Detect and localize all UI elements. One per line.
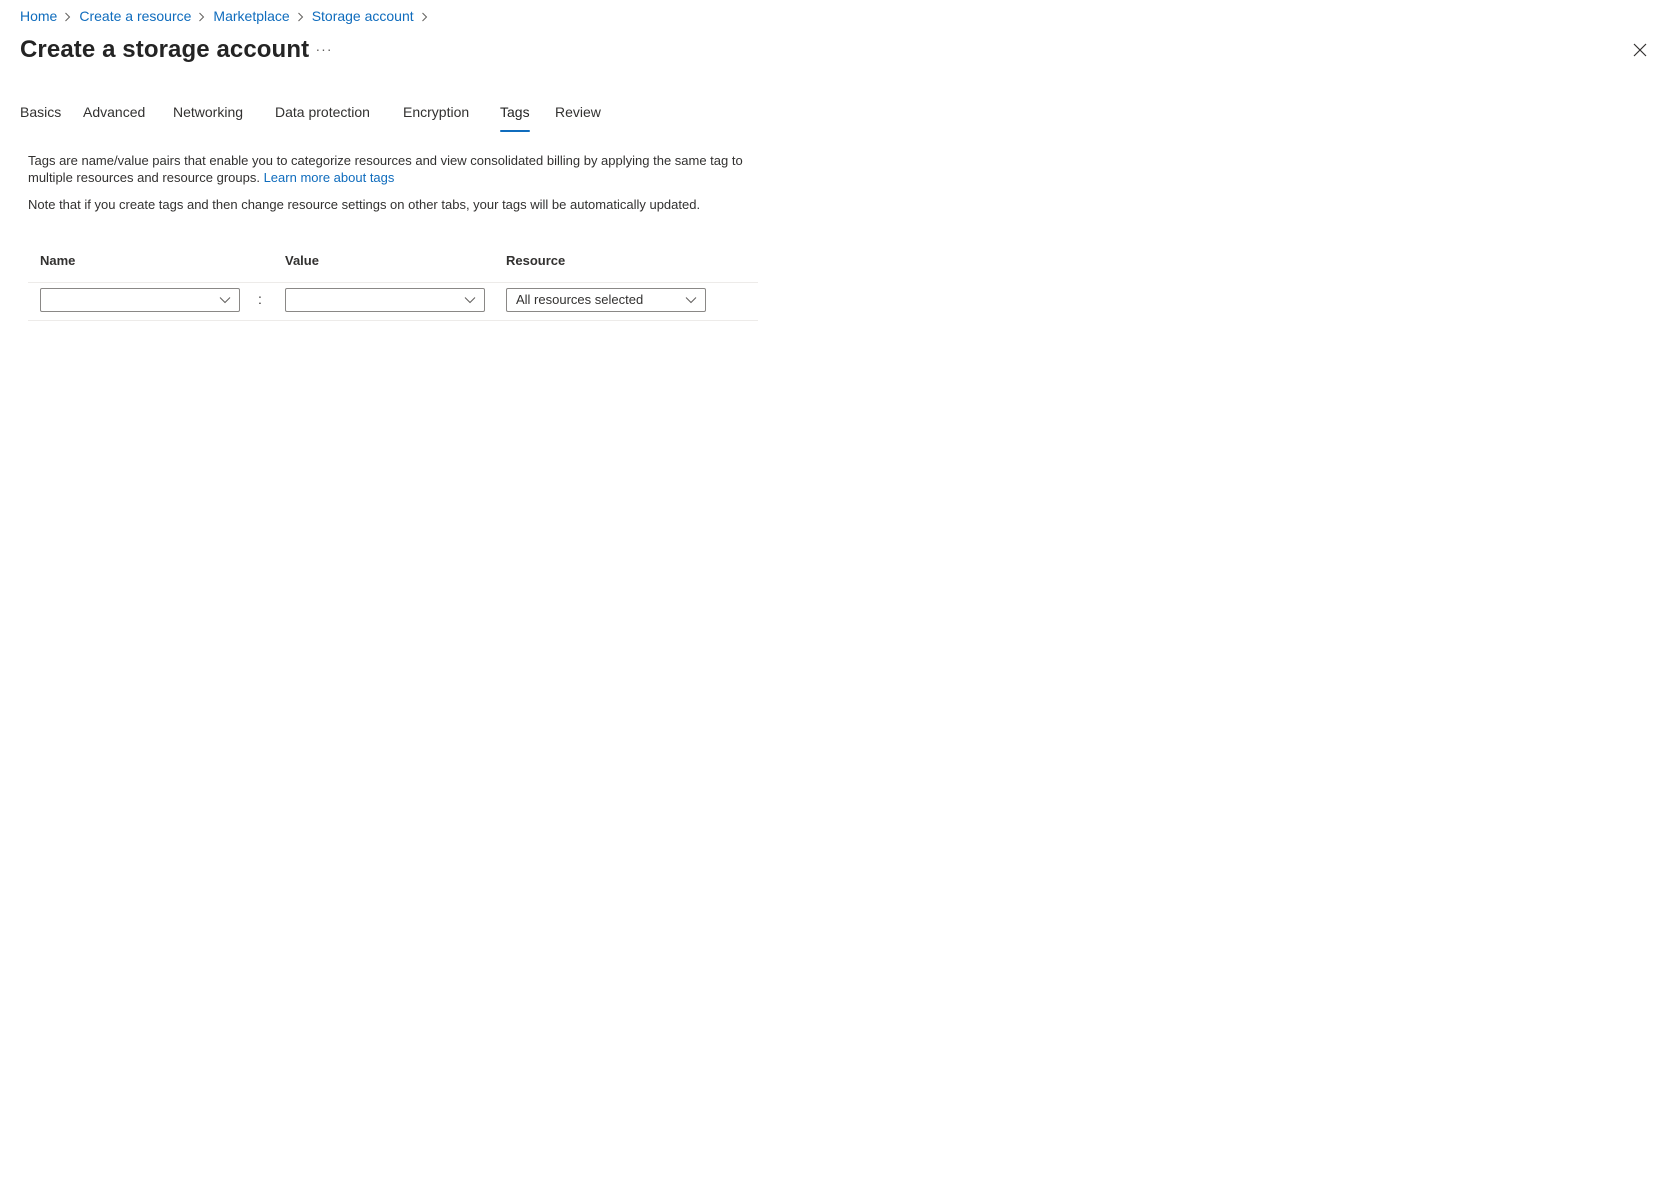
breadcrumb-create-a-resource[interactable]: Create a resource	[79, 6, 191, 26]
table-divider	[28, 282, 758, 283]
close-icon	[1633, 43, 1647, 57]
chevron-down-icon	[464, 297, 476, 304]
chevron-right-icon	[290, 6, 312, 26]
active-tab-indicator	[500, 130, 530, 132]
chevron-right-icon	[57, 6, 79, 26]
create-storage-account-blade: Home Create a resource Marketplace Stora…	[0, 0, 1670, 1187]
more-options-button[interactable]: ···	[314, 40, 334, 60]
chevron-right-icon	[191, 6, 213, 26]
name-value-separator: :	[258, 291, 262, 307]
table-divider	[28, 320, 758, 321]
learn-more-link[interactable]: Learn more about tags	[264, 170, 395, 185]
tab-data-protection[interactable]: Data protection	[275, 102, 370, 122]
column-header-value: Value	[285, 253, 319, 268]
tag-resource-value: All resources selected	[516, 292, 644, 307]
tab-networking[interactable]: Networking	[173, 102, 243, 122]
tab-tags[interactable]: Tags	[500, 102, 530, 122]
tab-basics[interactable]: Basics	[20, 102, 61, 122]
chevron-down-icon	[685, 297, 697, 304]
tag-value-dropdown[interactable]	[285, 288, 485, 312]
breadcrumb-marketplace[interactable]: Marketplace	[213, 6, 289, 26]
tags-note: Note that if you create tags and then ch…	[28, 197, 701, 212]
breadcrumb-home[interactable]: Home	[20, 6, 57, 26]
close-button[interactable]	[1630, 40, 1650, 60]
tags-description: Tags are name/value pairs that enable yo…	[28, 152, 768, 186]
page-title: Create a storage account	[20, 36, 310, 63]
column-header-resource: Resource	[506, 253, 566, 268]
tag-resource-dropdown[interactable]: All resources selected	[506, 288, 706, 312]
tag-name-dropdown[interactable]	[40, 288, 240, 312]
breadcrumb-storage-account[interactable]: Storage account	[312, 6, 414, 26]
tab-encryption[interactable]: Encryption	[403, 102, 469, 122]
breadcrumb: Home Create a resource Marketplace Stora…	[20, 6, 436, 26]
chevron-right-icon	[414, 6, 436, 26]
tab-review[interactable]: Review	[555, 102, 601, 122]
column-header-name: Name	[40, 253, 76, 268]
chevron-down-icon	[219, 297, 231, 304]
tab-advanced[interactable]: Advanced	[83, 102, 145, 122]
